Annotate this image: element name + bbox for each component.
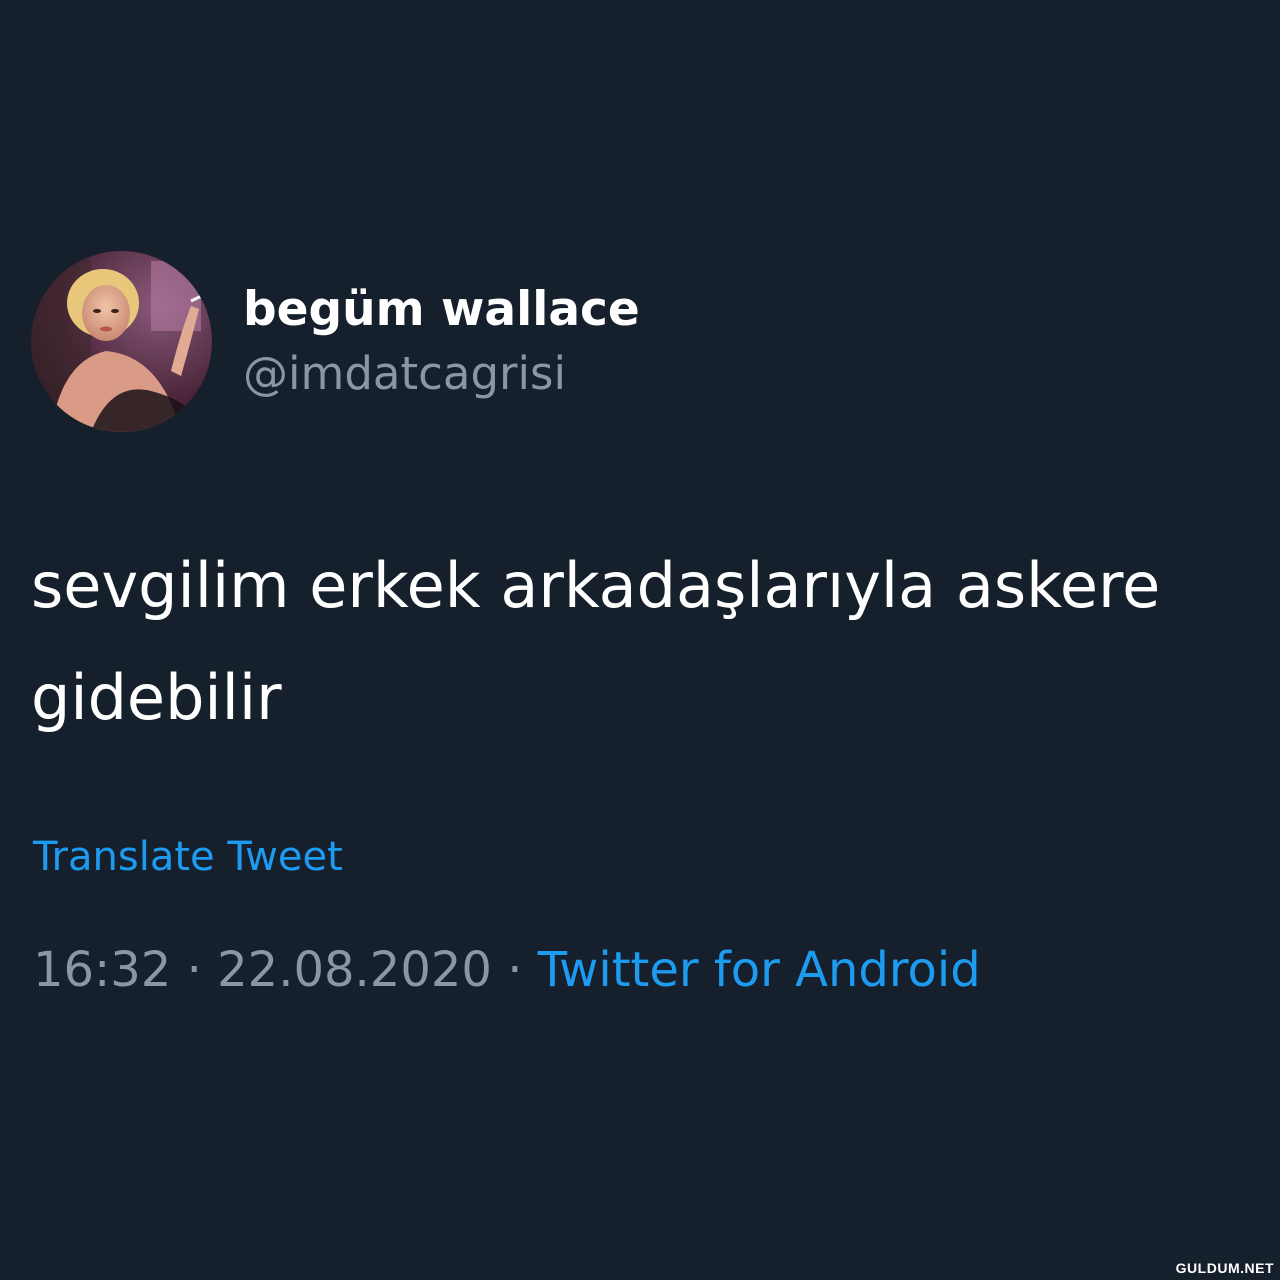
tweet-card: begüm wallace @imdatcagrisi sevgilim erk… <box>0 0 1280 1280</box>
tweet-source-link[interactable]: Twitter for Android <box>538 942 981 998</box>
translate-tweet-link[interactable]: Translate Tweet <box>33 832 343 882</box>
tweet-metadata: 16:32 · 22.08.2020 · Twitter for Android <box>33 940 981 1000</box>
watermark: GULDUM.NET <box>1175 1260 1274 1276</box>
avatar[interactable] <box>31 251 212 432</box>
display-name[interactable]: begüm wallace <box>243 282 640 338</box>
profile-photo-icon <box>31 251 212 432</box>
tweet-date: 22.08.2020 <box>217 942 492 998</box>
meta-separator: · <box>507 942 523 998</box>
user-handle[interactable]: @imdatcagrisi <box>243 346 566 402</box>
tweet-text: sevgilim erkek arkadaşlarıyla askere gid… <box>31 549 1161 734</box>
tweet-time: 16:32 <box>33 942 172 998</box>
meta-separator: · <box>186 942 202 998</box>
